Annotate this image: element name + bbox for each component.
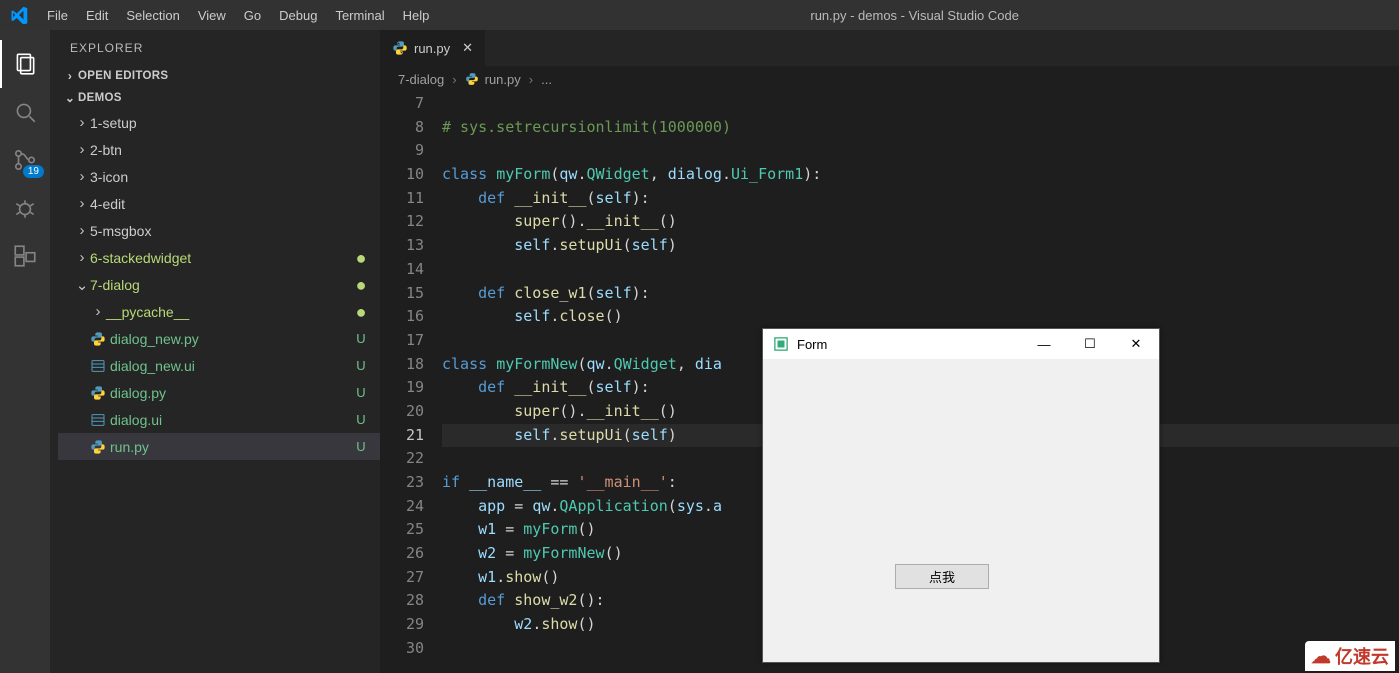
code-line[interactable]: # sys.setrecursionlimit(1000000): [442, 116, 1399, 140]
python-file-icon: [90, 385, 110, 401]
code-line[interactable]: [442, 258, 1399, 282]
chevron-icon: ›: [74, 114, 90, 131]
code-line[interactable]: super().__init__(): [442, 210, 1399, 234]
activity-extensions-icon[interactable]: [0, 232, 50, 280]
breadcrumb-file[interactable]: run.py: [485, 72, 521, 87]
chevron-icon: ›: [74, 168, 90, 185]
python-file-icon: [465, 72, 479, 86]
menu-edit[interactable]: Edit: [77, 8, 117, 23]
modified-dot-icon: ●: [352, 280, 370, 290]
activity-bar: 19: [0, 30, 50, 673]
python-file-icon: [392, 40, 408, 56]
qt-window-icon: [771, 334, 791, 354]
menu-terminal[interactable]: Terminal: [326, 8, 393, 23]
activity-search-icon[interactable]: [0, 88, 50, 136]
breadcrumb-folder[interactable]: 7-dialog: [398, 72, 444, 87]
close-icon[interactable]: ✕: [1113, 329, 1159, 359]
folder-4-edit[interactable]: ›4-edit: [58, 190, 380, 217]
scm-status-badge: U: [352, 385, 370, 400]
workspace-header[interactable]: ⌄ DEMOS: [58, 87, 380, 109]
python-file-icon: [90, 439, 110, 455]
sidebar-explorer: EXPLORER › OPEN EDITORS ⌄ DEMOS ›1-setup…: [50, 30, 380, 673]
file-dialog-ui[interactable]: dialog.uiU: [58, 406, 380, 433]
cloud-icon: ☁: [1311, 644, 1331, 669]
maximize-icon[interactable]: ☐: [1067, 329, 1113, 359]
open-editors-header[interactable]: › OPEN EDITORS: [58, 65, 380, 87]
code-line[interactable]: def close_w1(self):: [442, 282, 1399, 306]
tab-run-py[interactable]: run.py ✕: [380, 30, 486, 66]
folder-6-stackedwidget[interactable]: ›6-stackedwidget●: [58, 244, 380, 271]
qt-title-bar[interactable]: Form — ☐ ✕: [763, 329, 1159, 359]
ui-file-icon: [90, 412, 110, 428]
chevron-right-icon: ›: [62, 69, 78, 83]
code-line[interactable]: [442, 139, 1399, 163]
folder-__pycache__[interactable]: ›__pycache__●: [58, 298, 380, 325]
tab-label: run.py: [414, 41, 450, 56]
scm-status-badge: U: [352, 358, 370, 373]
modified-dot-icon: ●: [352, 253, 370, 263]
folder-7-dialog[interactable]: ⌄7-dialog●: [58, 271, 380, 298]
chevron-icon: ›: [74, 141, 90, 158]
title-bar: FileEditSelectionViewGoDebugTerminalHelp…: [0, 0, 1399, 30]
code-line[interactable]: self.close(): [442, 305, 1399, 329]
activity-scm-icon[interactable]: 19: [0, 136, 50, 184]
menu-go[interactable]: Go: [235, 8, 270, 23]
menu-view[interactable]: View: [189, 8, 235, 23]
modified-dot-icon: ●: [352, 307, 370, 317]
menu-selection[interactable]: Selection: [117, 8, 188, 23]
chevron-icon: ›: [74, 222, 90, 239]
ui-file-icon: [90, 358, 110, 374]
folder-3-icon[interactable]: ›3-icon: [58, 163, 380, 190]
close-icon[interactable]: ✕: [462, 40, 473, 56]
folder-5-msgbox[interactable]: ›5-msgbox: [58, 217, 380, 244]
minimize-icon[interactable]: —: [1021, 329, 1067, 359]
menu-help[interactable]: Help: [394, 8, 439, 23]
file-dialog-py[interactable]: dialog.pyU: [58, 379, 380, 406]
folder-1-setup[interactable]: ›1-setup: [58, 109, 380, 136]
window-title: run.py - demos - Visual Studio Code: [438, 8, 1391, 23]
editor-tabs: run.py ✕: [380, 30, 1399, 66]
chevron-icon: ›: [90, 303, 106, 320]
chevron-icon: ›: [74, 249, 90, 266]
file-run-py[interactable]: run.pyU: [58, 433, 380, 460]
code-line[interactable]: def __init__(self):: [442, 187, 1399, 211]
scm-status-badge: U: [352, 439, 370, 454]
breadcrumb[interactable]: 7-dialog › run.py › ...: [380, 66, 1399, 92]
chevron-down-icon: ⌄: [62, 91, 78, 105]
menu-file[interactable]: File: [38, 8, 77, 23]
scm-status-badge: U: [352, 331, 370, 346]
watermark: ☁ 亿速云: [1305, 641, 1395, 671]
chevron-icon: ›: [74, 195, 90, 212]
code-line[interactable]: self.setupUi(self): [442, 234, 1399, 258]
qt-window-title: Form: [797, 337, 1021, 352]
chevron-right-icon: ›: [527, 72, 535, 87]
breadcrumb-tail[interactable]: ...: [541, 72, 552, 87]
chevron-icon: ⌄: [74, 276, 90, 294]
activity-debug-icon[interactable]: [0, 184, 50, 232]
sidebar-title: EXPLORER: [50, 30, 380, 65]
qt-push-button[interactable]: 点我: [895, 564, 989, 589]
scm-status-badge: U: [352, 412, 370, 427]
menu-debug[interactable]: Debug: [270, 8, 326, 23]
menu-bar: FileEditSelectionViewGoDebugTerminalHelp: [38, 8, 438, 23]
activity-explorer-icon[interactable]: [0, 40, 50, 88]
chevron-right-icon: ›: [450, 72, 458, 87]
vscode-logo-icon: [8, 4, 30, 26]
folder-2-btn[interactable]: ›2-btn: [58, 136, 380, 163]
file-dialog_new-py[interactable]: dialog_new.pyU: [58, 325, 380, 352]
qt-form-body: 点我: [763, 359, 1159, 662]
scm-badge: 19: [23, 165, 44, 178]
qt-form-window[interactable]: Form — ☐ ✕ 点我: [762, 328, 1160, 663]
code-line[interactable]: [442, 92, 1399, 116]
file-dialog_new-ui[interactable]: dialog_new.uiU: [58, 352, 380, 379]
python-file-icon: [90, 331, 110, 347]
line-number-gutter: 7891011121314151617181920212223242526272…: [380, 92, 442, 673]
code-line[interactable]: class myForm(qw.QWidget, dialog.Ui_Form1…: [442, 163, 1399, 187]
